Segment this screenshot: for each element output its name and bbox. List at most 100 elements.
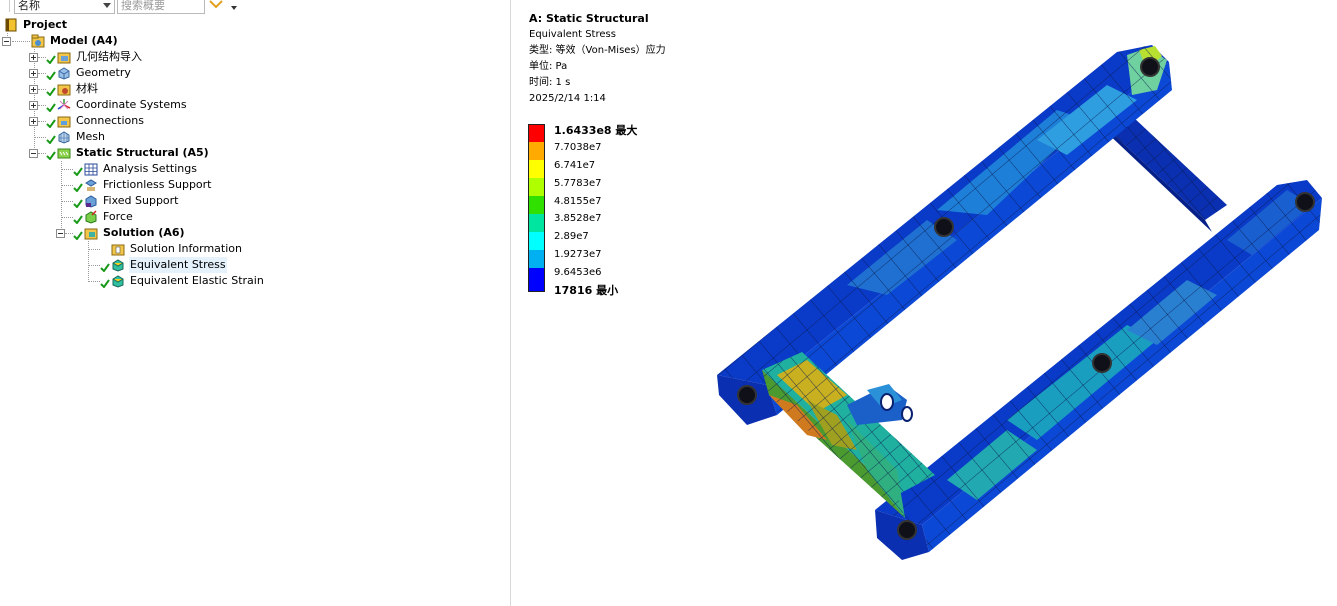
model-icon [31, 34, 45, 48]
legend-level-label: 3.8528e7 [554, 213, 602, 224]
legend-level-label: 1.9273e7 [554, 249, 602, 260]
result-type: 类型: 等效（Von-Mises）应力 [529, 45, 666, 56]
contour-legend[interactable]: 1.6433e8 最大 7.7038e7 6.741e7 5.7783e7 4.… [528, 124, 668, 297]
solution-folder-icon [84, 228, 98, 240]
legend-swatch-2 [528, 160, 545, 178]
expand-toggle[interactable] [29, 117, 38, 126]
legend-swatch-1 [528, 142, 545, 160]
tree-item-equivalent-elastic-strain[interactable]: Equivalent Elastic Strain [0, 273, 300, 289]
tree-label: Solution Information [130, 242, 242, 255]
result-contour-icon [112, 259, 124, 272]
name-filter-dropdown[interactable]: 名称 [14, 0, 115, 14]
legend-min-label: 17816 最小 [554, 284, 619, 297]
tree-item-model[interactable]: Model (A4) [0, 33, 300, 49]
legend-swatch-8 [528, 268, 545, 292]
tree-item-geometry-import[interactable]: 几何结构导入 [0, 49, 300, 65]
check-icon [46, 55, 56, 64]
tree-toolbar: 名称 搜索概要 [0, 0, 511, 15]
check-icon [73, 215, 83, 224]
tree-item-force[interactable]: Force [0, 209, 300, 225]
collapse-toggle[interactable] [56, 229, 65, 238]
tree-item-analysis-settings[interactable]: Analysis Settings [0, 161, 300, 177]
filter-menu-caret-icon[interactable] [231, 6, 237, 10]
tree-item-solution[interactable]: Solution (A6) [0, 225, 300, 241]
expand-toggle[interactable] [29, 101, 38, 110]
legend-level-label: 7.7038e7 [554, 142, 602, 153]
check-icon [73, 231, 83, 240]
tree-label: Coordinate Systems [76, 98, 187, 111]
frictionless-support-icon [85, 179, 97, 191]
check-icon [73, 199, 83, 208]
tree-label: Project [23, 18, 68, 31]
check-icon [46, 151, 56, 160]
geometry-icon [58, 67, 70, 80]
tree-label: Analysis Settings [103, 162, 197, 175]
legend-swatch-6 [528, 232, 545, 250]
expand-toggle[interactable] [29, 69, 38, 78]
solution-information-icon [111, 244, 125, 256]
graphics-viewport[interactable]: A: Static Structural Equivalent Stress 类… [512, 0, 1337, 606]
tree-item-coordinate-systems[interactable]: Coordinate Systems [0, 97, 300, 113]
stress-contour-model[interactable] [707, 40, 1327, 560]
analysis-settings-icon [84, 163, 98, 176]
tree-label: Equivalent Elastic Strain [130, 274, 264, 287]
filter-icon[interactable] [209, 0, 223, 10]
result-time: 时间: 1 s [529, 77, 571, 88]
tree-label: Mesh [76, 130, 105, 143]
coordinate-axes-icon [57, 99, 71, 110]
collapse-toggle[interactable] [2, 37, 11, 46]
result-contour-icon [112, 275, 124, 288]
check-icon [46, 103, 56, 112]
check-icon [46, 135, 56, 144]
tree-item-materials[interactable]: 材料 [0, 81, 300, 97]
expand-toggle[interactable] [29, 85, 38, 94]
legend-max-label: 1.6433e8 最大 [554, 124, 638, 137]
check-icon [100, 263, 110, 272]
check-icon [73, 167, 83, 176]
tree-label: Frictionless Support [103, 178, 212, 191]
outline-tree-panel: 名称 搜索概要 Project Model (A4) 几何结构导入 Geomet… [0, 0, 511, 606]
tree-label: Force [103, 210, 133, 223]
static-structural-icon [57, 148, 71, 159]
tree-label: Fixed Support [103, 194, 179, 207]
name-filter-value: 名称 [18, 0, 40, 12]
tree-item-static-structural[interactable]: Static Structural (A5) [0, 145, 300, 161]
legend-level-label: 2.89e7 [554, 231, 589, 242]
tree-item-mesh[interactable]: Mesh [0, 129, 300, 145]
search-input[interactable]: 搜索概要 [117, 0, 205, 14]
lug-bracket [847, 384, 913, 425]
legend-level-label: 5.7783e7 [554, 178, 602, 189]
tree-label: Model (A4) [50, 34, 118, 47]
tree-item-geometry[interactable]: Geometry [0, 65, 300, 81]
check-icon [46, 71, 56, 80]
tree-label: 几何结构导入 [76, 50, 142, 63]
tree-label: Geometry [76, 66, 131, 79]
legend-swatch-4 [528, 196, 545, 214]
folder-icon [57, 52, 71, 64]
legend-swatch-3 [528, 178, 545, 196]
check-icon [100, 279, 110, 288]
expand-toggle[interactable] [29, 53, 38, 62]
tree-item-equivalent-stress[interactable]: Equivalent Stress [0, 257, 300, 273]
legend-swatch-5 [528, 214, 545, 232]
tree-item-fixed-support[interactable]: Fixed Support [0, 193, 300, 209]
collapse-toggle[interactable] [29, 149, 38, 158]
materials-folder-icon [57, 84, 71, 96]
tree-label: 材料 [76, 82, 98, 95]
tree-label: Connections [76, 114, 144, 127]
connections-folder-icon [57, 116, 71, 128]
check-icon [46, 87, 56, 96]
legend-level-label: 6.741e7 [554, 160, 596, 171]
analysis-title: A: Static Structural [529, 12, 649, 25]
tree-item-project[interactable]: Project [0, 17, 300, 33]
result-unit: 单位: Pa [529, 61, 568, 72]
check-icon [46, 119, 56, 128]
tree-item-frictionless-support[interactable]: Frictionless Support [0, 177, 300, 193]
check-icon [73, 183, 83, 192]
chevron-down-icon [103, 3, 111, 8]
legend-swatch-0 [528, 124, 545, 142]
tree-item-connections[interactable]: Connections [0, 113, 300, 129]
force-icon [85, 210, 97, 224]
tree-item-solution-information[interactable]: Solution Information [0, 241, 300, 257]
result-name: Equivalent Stress [529, 29, 616, 40]
